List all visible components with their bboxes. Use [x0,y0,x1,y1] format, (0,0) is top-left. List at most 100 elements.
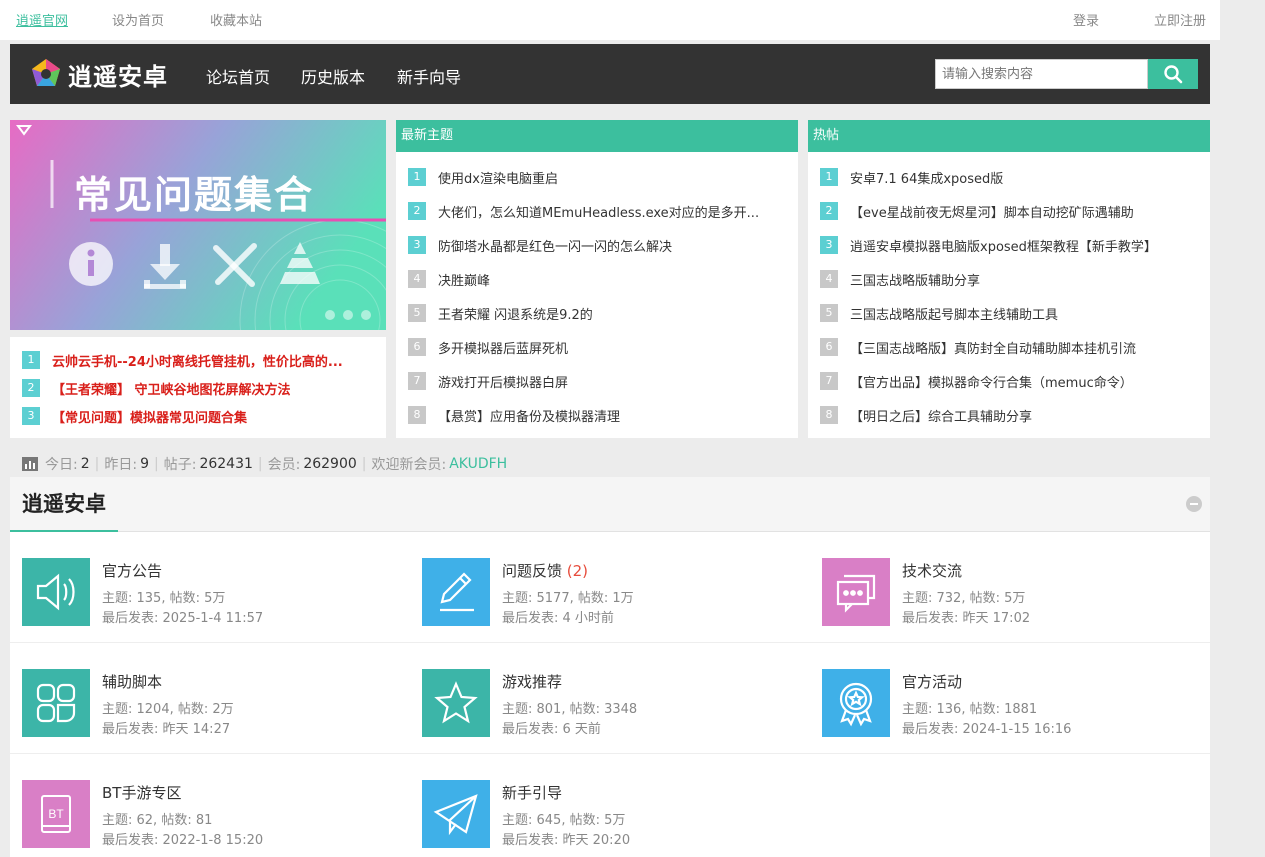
paper-plane-icon[interactable] [422,780,490,848]
bookmark-link[interactable]: 收藏本站 [210,10,262,29]
thread-title[interactable]: 多开模拟器后蓝屏死机 [438,338,788,357]
board-name[interactable]: 辅助脚本 [102,671,162,692]
search-button[interactable] [1148,59,1198,89]
thread-title[interactable]: 大佬们，怎么知道MEmuHeadless.exe对应的是多开... [438,202,788,221]
register-link[interactable]: 立即注册 [1154,10,1206,29]
chat-icon[interactable] [822,558,890,626]
nav-forum-home[interactable]: 论坛首页 [206,64,270,88]
latest-topics-list: 1 使用dx渲染电脑重启 2 大佬们，怎么知道MEmuHeadless.exe对应的是… [396,152,798,432]
rank-badge: 7 [820,372,838,390]
nav-history-versions[interactable]: 历史版本 [301,64,365,88]
bt-book-icon[interactable]: BT [22,780,90,848]
thread-title[interactable]: 【明日之后】综合工具辅助分享 [850,406,1200,425]
thread-title[interactable]: 使用dx渲染电脑重启 [438,168,788,187]
rank-badge: 4 [408,270,426,288]
board-item[interactable]: 官方公告 主题: 135, 帖数: 5万 最后发表: 2025-1-4 11:57 [22,558,402,658]
list-item[interactable]: 6 【三国志战略版】真防封全自动辅助脚本挂机引流 [808,330,1210,364]
board-name[interactable]: 官方公告 [102,560,162,581]
board-name[interactable]: 游戏推荐 [502,671,562,692]
board-name[interactable]: 新手引导 [502,782,562,803]
board-name-text[interactable]: 问题反馈 [502,562,562,580]
rank-badge: 2 [408,202,426,220]
thread-title[interactable]: 王者荣耀 闪退系统是9.2的 [438,304,788,323]
thread-title[interactable]: 游戏打开后模拟器白屏 [438,372,788,391]
thread-title[interactable]: 【eve星战前夜无烬星河】脚本自动挖矿际遇辅助 [850,202,1200,221]
rank-badge: 7 [408,372,426,390]
rank-badge: 8 [408,406,426,424]
thread-title[interactable]: 三国志战略版辅助分享 [850,270,1200,289]
thread-title[interactable]: 【常见问题】模拟器常见问题合集 [52,407,372,426]
board-name-text[interactable]: 官方活动 [902,673,962,691]
banner-slide[interactable]: 常见问题集合 [10,120,386,330]
list-item[interactable]: 1 安卓7.1 64集成xposed版 [808,160,1210,194]
board-item[interactable]: 辅助脚本 主题: 1204, 帖数: 2万 最后发表: 昨天 14:27 [22,669,402,769]
members-count: 262900 [303,456,357,472]
pinned-thread[interactable]: 3 【常见问题】模拟器常见问题合集 [10,402,386,430]
search-input[interactable] [935,59,1148,89]
rank-badge: 2 [820,202,838,220]
board-name[interactable]: 技术交流 [902,560,962,581]
board-name-text[interactable]: 官方公告 [102,562,162,580]
board-item[interactable]: 新手引导 主题: 645, 帖数: 5万 最后发表: 昨天 20:20 [422,780,802,857]
thread-title[interactable]: 【王者荣耀】 守卫峡谷地图花屏解决方法 [52,379,372,398]
award-icon[interactable] [822,669,890,737]
board-name-text[interactable]: 游戏推荐 [502,673,562,691]
logo[interactable]: 逍遥安卓 [30,58,168,91]
official-site-link[interactable]: 逍遥官网 [16,10,68,29]
list-item[interactable]: 2 【eve星战前夜无烬星河】脚本自动挖矿际遇辅助 [808,194,1210,228]
login-link[interactable]: 登录 [1073,10,1099,29]
thread-title[interactable]: 云帅云手机--24小时离线托管挂机，性价比高的... [52,351,372,370]
list-item[interactable]: 4 决胜巅峰 [396,262,798,296]
board-item[interactable]: 技术交流 主题: 732, 帖数: 5万 最后发表: 昨天 17:02 [822,558,1202,658]
board-stats: 主题: 645, 帖数: 5万 [502,813,626,828]
pinned-thread[interactable]: 1 云帅云手机--24小时离线托管挂机，性价比高的... [10,346,386,374]
speaker-icon[interactable] [22,558,90,626]
board-name[interactable]: 问题反馈 (2) [502,560,588,581]
board-name-text[interactable]: 技术交流 [902,562,962,580]
star-icon[interactable] [422,669,490,737]
board-name-text[interactable]: 辅助脚本 [102,673,162,691]
thread-title[interactable]: 【悬赏】应用备份及模拟器清理 [438,406,788,425]
forum-section-title[interactable]: 逍遥安卓 [10,477,118,532]
board-name-text[interactable]: BT手游专区 [102,784,181,802]
set-homepage-link[interactable]: 设为首页 [112,10,164,29]
header: 逍遥安卓 论坛首页 历史版本 新手向导 [10,44,1210,104]
thread-title[interactable]: 【三国志战略版】真防封全自动辅助脚本挂机引流 [850,338,1200,357]
list-item[interactable]: 7 【官方出品】模拟器命令行合集（memuc命令） [808,364,1210,398]
thread-title[interactable]: 【官方出品】模拟器命令行合集（memuc命令） [850,372,1200,391]
list-item[interactable]: 5 三国志战略版起号脚本主线辅助工具 [808,296,1210,330]
list-item[interactable]: 1 使用dx渲染电脑重启 [396,160,798,194]
rank-badge: 6 [408,338,426,356]
list-item[interactable]: 7 游戏打开后模拟器白屏 [396,364,798,398]
board-name[interactable]: BT手游专区 [102,782,181,803]
list-item[interactable]: 4 三国志战略版辅助分享 [808,262,1210,296]
list-item[interactable]: 8 【明日之后】综合工具辅助分享 [808,398,1210,432]
thread-title[interactable]: 三国志战略版起号脚本主线辅助工具 [850,304,1200,323]
board-stats: 主题: 62, 帖数: 81 [102,813,213,828]
collapse-icon[interactable] [1186,496,1202,512]
list-item[interactable]: 5 王者荣耀 闪退系统是9.2的 [396,296,798,330]
today-count: 2 [80,456,90,472]
board-item[interactable]: 问题反馈 (2) 主题: 5177, 帖数: 1万 最后发表: 4 小时前 [422,558,802,658]
thread-title[interactable]: 决胜巅峰 [438,270,788,289]
board-name-text[interactable]: 新手引导 [502,784,562,802]
list-item[interactable]: 2 大佬们，怎么知道MEmuHeadless.exe对应的是多开... [396,194,798,228]
list-item[interactable]: 8 【悬赏】应用备份及模拟器清理 [396,398,798,432]
board-item[interactable]: 游戏推荐 主题: 801, 帖数: 3348 最后发表: 6 天前 [422,669,802,769]
board-item[interactable]: BT BT手游专区 主题: 62, 帖数: 81 最后发表: 2022-1-8 15:… [22,780,402,857]
board-name[interactable]: 官方活动 [902,671,962,692]
thread-title[interactable]: 安卓7.1 64集成xposed版 [850,168,1200,187]
board-item[interactable]: 官方活动 主题: 136, 帖数: 1881 最后发表: 2024-1-15 16:… [822,669,1202,769]
list-item[interactable]: 3 逍遥安卓模拟器电脑版xposed框架教程【新手教学】 [808,228,1210,262]
thread-title[interactable]: 逍遥安卓模拟器电脑版xposed框架教程【新手教学】 [850,236,1200,255]
list-item[interactable]: 6 多开模拟器后蓝屏死机 [396,330,798,364]
pencil-icon[interactable] [422,558,490,626]
new-member-link[interactable]: AKUDFH [449,456,507,472]
nav-beginner-guide[interactable]: 新手向导 [397,64,461,88]
pinned-thread[interactable]: 2 【王者荣耀】 守卫峡谷地图花屏解决方法 [10,374,386,402]
grid-icon[interactable] [22,669,90,737]
board-stats: 主题: 135, 帖数: 5万 [102,591,226,606]
thread-title[interactable]: 防御塔水晶都是红色一闪一闪的怎么解决 [438,236,788,255]
list-item[interactable]: 3 防御塔水晶都是红色一闪一闪的怎么解决 [396,228,798,262]
rank-badge: 1 [820,168,838,186]
